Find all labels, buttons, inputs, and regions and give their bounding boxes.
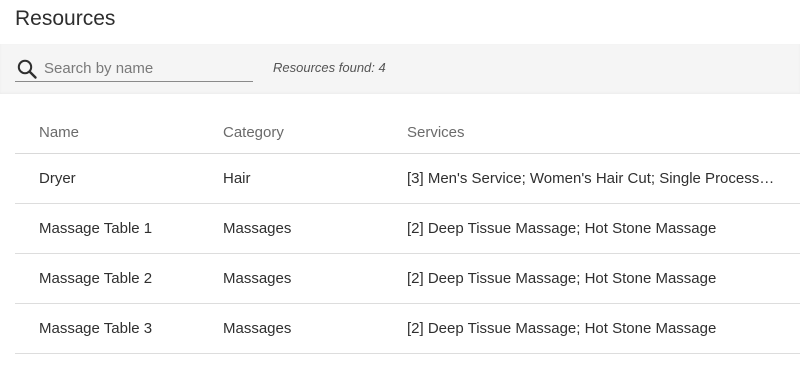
resources-table: Name Category Services Dryer Hair [3] Me… [15,112,800,354]
resource-name: Massage Table 2 [39,270,153,287]
resources-page: Resources Resources found: 4 Name Catego… [0,0,800,392]
resources-found-count: Resources found: 4 [273,60,386,75]
resource-name: Dryer [39,170,76,187]
resource-category: Hair [223,170,251,187]
table-row[interactable]: Dryer Hair [3] Men's Service; Women's Ha… [15,154,800,204]
resource-category: Massages [223,270,292,287]
table-row[interactable]: Massage Table 2 Massages [2] Deep Tissue… [15,254,800,304]
table-row[interactable]: Massage Table 3 Massages [2] Deep Tissue… [15,304,800,354]
search-field[interactable] [15,56,253,82]
page-title: Resources [15,7,116,30]
table-header: Name Category Services [15,112,800,154]
resource-name: Massage Table 3 [39,320,153,337]
search-icon[interactable] [16,58,38,80]
resource-category: Massages [223,220,292,237]
column-header-category[interactable]: Category [199,124,383,141]
resource-services: [3] Men's Service; Women's Hair Cut; Sin… [407,170,788,187]
resource-services: [2] Deep Tissue Massage; Hot Stone Massa… [407,320,717,337]
resource-name: Massage Table 1 [39,220,153,237]
resource-services: [2] Deep Tissue Massage; Hot Stone Massa… [407,270,717,287]
column-header-services[interactable]: Services [383,124,800,141]
resource-category: Massages [223,320,292,337]
table-row[interactable]: Massage Table 1 Massages [2] Deep Tissue… [15,204,800,254]
column-header-name[interactable]: Name [15,124,199,141]
toolbar: Resources found: 4 [0,44,800,94]
resource-services: [2] Deep Tissue Massage; Hot Stone Massa… [407,220,717,237]
search-input[interactable] [44,60,244,77]
